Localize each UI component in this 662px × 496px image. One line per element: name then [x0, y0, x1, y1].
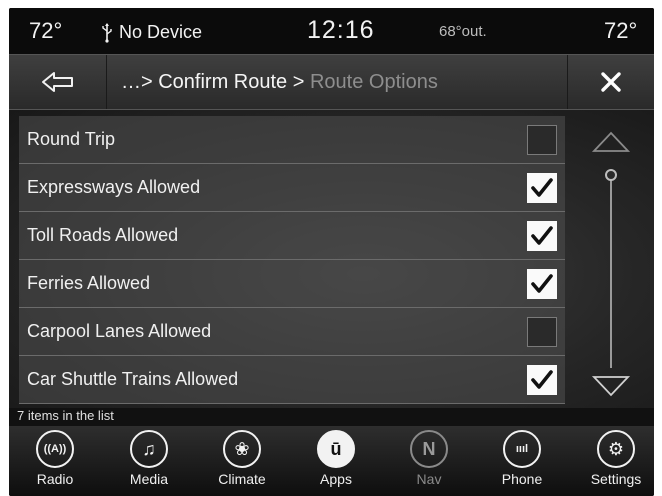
head-unit-display: 72° No Device 12:16 68°out. 72° …> Confi… [9, 8, 654, 496]
radio-icon: ((A)) [36, 430, 74, 468]
route-options-list: Round Trip Expressways Allowed Toll Roads … [19, 116, 565, 404]
list-item-label: Toll Roads Allowed [27, 225, 179, 245]
list-item[interactable]: Toll Roads Allowed [19, 212, 565, 260]
nav-label: Radio [36, 471, 74, 487]
nav-apps[interactable]: ū Apps [296, 430, 376, 496]
nav-climate[interactable]: ❀ Climate [202, 430, 282, 496]
nav-label: Media [129, 471, 169, 487]
checkmark-icon [531, 178, 553, 197]
list-item[interactable]: Carpool Lanes Allowed [19, 308, 565, 356]
list-item-label: Expressways Allowed [27, 177, 201, 197]
option-checkbox[interactable] [527, 221, 557, 251]
back-arrow-icon [41, 72, 73, 92]
close-icon [601, 72, 621, 92]
outside-temperature: 68°out. [439, 23, 487, 40]
nav-phone[interactable]: ıııl Phone [482, 430, 562, 496]
list-count: 7 items in the list [17, 408, 114, 423]
back-button[interactable] [9, 55, 107, 109]
option-checkbox[interactable] [527, 365, 557, 395]
list-item[interactable]: Ferries Allowed [19, 260, 565, 308]
usb-status: No Device [101, 22, 202, 43]
nav-label: Phone [501, 471, 543, 487]
screen: 72° No Device 12:16 68°out. 72° …> Confi… [0, 0, 662, 496]
nav-media[interactable]: ♫ Media [109, 430, 189, 496]
driver-temperature[interactable]: 72° [29, 18, 62, 44]
checkmark-icon [531, 226, 553, 245]
scrollbar[interactable] [581, 116, 641, 406]
list-item[interactable]: Expressways Allowed [19, 164, 565, 212]
scroll-thumb[interactable] [605, 169, 617, 181]
header-bar: …> Confirm Route > Route Options [9, 54, 654, 110]
nav-nav: N Nav [389, 430, 469, 496]
option-checkbox[interactable] [527, 173, 557, 203]
option-checkbox[interactable] [527, 269, 557, 299]
list-item-label: Round Trip [27, 129, 116, 149]
option-checkbox[interactable] [527, 317, 557, 347]
nav-label: Apps [320, 471, 352, 487]
status-bar: 72° No Device 12:16 68°out. 72° [9, 8, 654, 54]
list-item-label: Ferries Allowed [27, 273, 151, 293]
compass-icon: N [410, 430, 448, 468]
passenger-temperature[interactable]: 72° [604, 18, 637, 44]
route-options-panel: Round Trip Expressways Allowed Toll Roads … [9, 110, 654, 408]
breadcrumb-path[interactable]: …> Confirm Route > [121, 71, 310, 93]
checkmark-icon [531, 370, 553, 389]
list-item-label: Car Shuttle Trains Allowed [27, 369, 239, 389]
option-checkbox[interactable] [527, 125, 557, 155]
climate-icon: ❀ [223, 430, 261, 468]
checkmark-icon [531, 274, 553, 293]
nav-label: Climate [218, 471, 266, 487]
apps-icon: ū [317, 430, 355, 468]
music-note-icon: ♫ [130, 430, 168, 468]
nav-label: Nav [416, 471, 442, 487]
close-button[interactable] [567, 55, 654, 109]
gear-icon: ⚙ [597, 430, 635, 468]
scroll-up-icon[interactable] [591, 130, 631, 154]
breadcrumb-current: Route Options [309, 71, 438, 93]
list-item[interactable]: Car Shuttle Trains Allowed [19, 356, 565, 404]
nav-radio[interactable]: ((A)) Radio [15, 430, 95, 496]
bottom-nav: ((A)) Radio ♫ Media ❀ Climate ū Apps N Nav ıııl Pho… [9, 426, 654, 496]
nav-label: Settings [590, 471, 642, 487]
usb-icon [102, 22, 112, 43]
clock: 12:16 [307, 16, 375, 44]
list-item-label: Carpool Lanes Allowed [27, 321, 212, 341]
scroll-track[interactable] [610, 176, 612, 368]
nav-settings[interactable]: ⚙ Settings [576, 430, 654, 496]
list-item[interactable]: Round Trip [19, 116, 565, 164]
phone-signal-icon: ıııl [503, 430, 541, 468]
scroll-down-icon[interactable] [591, 374, 631, 398]
usb-status-text: No Device [119, 22, 203, 42]
breadcrumb: …> Confirm Route > Route Options [121, 71, 438, 94]
